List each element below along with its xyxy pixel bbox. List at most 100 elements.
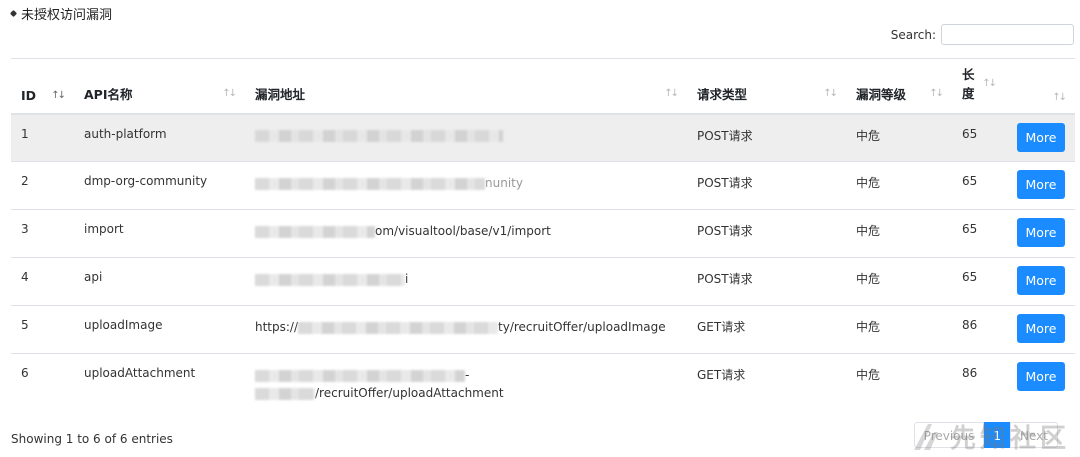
cell-id: 1 bbox=[11, 113, 74, 162]
url-line-2: /recruitOffer/uploadAttachment bbox=[315, 386, 504, 400]
url-visible-prefix: https:// bbox=[255, 320, 299, 334]
url-visible-part: om/visualtool/base/v1/import bbox=[375, 224, 551, 238]
cell-api-name: uploadImage bbox=[74, 305, 245, 354]
cell-level: 中危 bbox=[846, 305, 952, 354]
search-label: Search: bbox=[890, 27, 936, 42]
sort-icon: ↑↓ bbox=[664, 87, 679, 99]
cell-method: GET请求 bbox=[687, 305, 846, 354]
cell-url: nunity bbox=[245, 161, 687, 210]
cell-length: 86 bbox=[952, 353, 1005, 406]
table-row[interactable]: 1 auth-platform POST请求 中危 65 More bbox=[11, 113, 1075, 162]
more-button[interactable]: More bbox=[1017, 170, 1065, 199]
cell-action: More bbox=[1005, 209, 1075, 258]
header-id-label: ID bbox=[21, 87, 37, 103]
sort-icon: ↑↓ bbox=[823, 87, 838, 99]
sort-icon: ↑↓ bbox=[929, 87, 944, 99]
cell-id: 6 bbox=[11, 353, 74, 406]
table-row[interactable]: 2 dmp-org-community nunity POST请求 中危 65 … bbox=[11, 161, 1075, 210]
cell-action: More bbox=[1005, 113, 1075, 162]
cell-method: POST请求 bbox=[687, 113, 846, 162]
cell-url: om/visualtool/base/v1/import bbox=[245, 209, 687, 258]
redacted-url bbox=[255, 273, 405, 286]
next-page-button[interactable]: Next bbox=[1010, 422, 1058, 448]
cell-id: 4 bbox=[11, 257, 74, 306]
section-heading: 未授权访问漏洞 bbox=[9, 4, 113, 23]
vulnerability-table: ID ↑↓ API名称 ↑↓ 漏洞地址 ↑↓ 请求类型 ↑↓ 漏洞等级 ↑↓ 长度 ↑↓ bbox=[11, 58, 1075, 406]
cell-method: POST请求 bbox=[687, 161, 846, 210]
header-method-label: 请求类型 bbox=[697, 86, 748, 102]
cell-level: 中危 bbox=[846, 257, 952, 306]
sort-icon: ↑↓ bbox=[982, 78, 997, 89]
header-url[interactable]: 漏洞地址 ↑↓ bbox=[245, 58, 687, 115]
redacted-url bbox=[255, 387, 315, 400]
cell-action: More bbox=[1005, 257, 1075, 306]
cell-url: - /recruitOffer/uploadAttachment bbox=[245, 353, 687, 406]
url-visible-part: i bbox=[405, 272, 409, 286]
header-length[interactable]: 长度 ↑↓ bbox=[952, 58, 1005, 115]
table-row[interactable]: 3 import om/visualtool/base/v1/import PO… bbox=[11, 209, 1075, 258]
cell-method: GET请求 bbox=[687, 353, 846, 406]
cell-id: 2 bbox=[11, 161, 74, 210]
page-1-button[interactable]: 1 bbox=[984, 422, 1011, 448]
table-row[interactable]: 5 uploadImage https:// ty/recruitOffer/up… bbox=[11, 305, 1075, 354]
sort-asc-icon: ↑↓ bbox=[51, 89, 66, 101]
more-button[interactable]: More bbox=[1017, 122, 1065, 152]
cell-id: 5 bbox=[11, 305, 74, 354]
sort-icon: ↑↓ bbox=[1052, 91, 1067, 103]
more-button[interactable]: More bbox=[1017, 314, 1065, 343]
more-button[interactable]: More bbox=[1017, 362, 1065, 391]
cell-api-name: import bbox=[74, 209, 245, 258]
cell-url: i bbox=[245, 257, 687, 306]
cell-action: More bbox=[1005, 161, 1075, 210]
entries-info: Showing 1 to 6 of 6 entries bbox=[11, 432, 173, 446]
redacted-url bbox=[255, 177, 485, 190]
cell-action: More bbox=[1005, 353, 1075, 406]
table-row[interactable]: 4 api i POST请求 中危 65 More bbox=[11, 257, 1075, 306]
header-api-name-label: API名称 bbox=[84, 86, 133, 102]
table-header-row: ID ↑↓ API名称 ↑↓ 漏洞地址 ↑↓ 请求类型 ↑↓ 漏洞等级 ↑↓ 长度 ↑↓ bbox=[11, 58, 1075, 115]
search-input[interactable] bbox=[941, 24, 1074, 45]
header-level[interactable]: 漏洞等级 ↑↓ bbox=[846, 58, 952, 115]
url-visible-part: - bbox=[465, 368, 470, 382]
header-url-label: 漏洞地址 bbox=[255, 86, 306, 102]
page: 未授权访问漏洞 Search: ID ↑↓ API名称 ↑↓ 漏洞地址 ↑↓ 请… bbox=[0, 0, 1080, 457]
cell-method: POST请求 bbox=[687, 257, 846, 306]
header-length-label: 长度 bbox=[962, 66, 975, 101]
header-api-name[interactable]: API名称 ↑↓ bbox=[74, 58, 245, 115]
cell-level: 中危 bbox=[846, 209, 952, 258]
bullet-icon bbox=[9, 9, 18, 18]
redacted-url bbox=[298, 321, 499, 334]
redacted-url bbox=[255, 225, 375, 238]
cell-url bbox=[245, 113, 687, 162]
cell-api-name: auth-platform bbox=[74, 113, 245, 162]
cell-url: https:// ty/recruitOffer/uploadImage bbox=[245, 305, 687, 354]
redacted-url bbox=[255, 369, 465, 382]
more-button[interactable]: More bbox=[1017, 266, 1065, 295]
cell-level: 中危 bbox=[846, 161, 952, 210]
cell-method: POST请求 bbox=[687, 209, 846, 258]
cell-id: 3 bbox=[11, 209, 74, 258]
cell-length: 65 bbox=[952, 209, 1005, 258]
previous-page-button[interactable]: Previous bbox=[913, 422, 985, 448]
table-row[interactable]: 6 uploadAttachment - /recruitOffer/uploa… bbox=[11, 353, 1075, 406]
cell-action: More bbox=[1005, 305, 1075, 354]
sort-icon: ↑↓ bbox=[222, 87, 237, 99]
cell-length: 86 bbox=[952, 305, 1005, 354]
cell-length: 65 bbox=[952, 161, 1005, 210]
cell-level: 中危 bbox=[846, 113, 952, 162]
cell-length: 65 bbox=[952, 257, 1005, 306]
cell-level: 中危 bbox=[846, 353, 952, 406]
redacted-url bbox=[255, 130, 503, 142]
cell-length: 65 bbox=[952, 113, 1005, 162]
header-action[interactable]: ↑↓ bbox=[1005, 58, 1075, 115]
url-visible-part: ty/recruitOffer/uploadImage bbox=[498, 320, 666, 334]
header-level-label: 漏洞等级 bbox=[856, 86, 907, 102]
search-bar: Search: bbox=[891, 24, 1074, 45]
section-title-text: 未授权访问漏洞 bbox=[21, 8, 113, 23]
cell-api-name: dmp-org-community bbox=[74, 161, 245, 210]
cell-api-name: api bbox=[74, 257, 245, 306]
header-id[interactable]: ID ↑↓ bbox=[11, 58, 74, 115]
header-method[interactable]: 请求类型 ↑↓ bbox=[687, 58, 846, 115]
url-visible-part: nunity bbox=[485, 176, 523, 190]
more-button[interactable]: More bbox=[1017, 218, 1065, 247]
